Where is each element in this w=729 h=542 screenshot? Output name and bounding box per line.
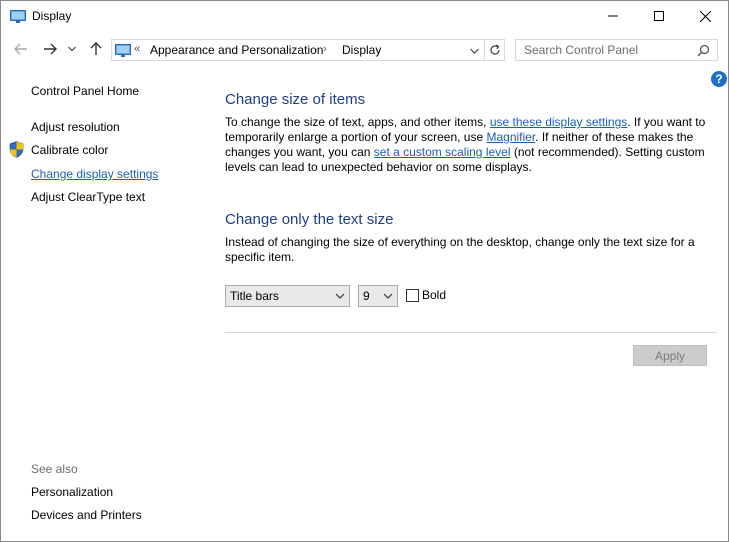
breadcrumb-appearance[interactable]: Appearance and Personalization [150, 43, 323, 57]
maximize-button[interactable] [636, 1, 682, 31]
search-box[interactable]: Search Control Panel [515, 39, 718, 61]
refresh-icon [489, 44, 500, 55]
text-segment: To change the size of text, apps, and ot… [225, 115, 490, 129]
see-also-personalization-link[interactable]: Personalization [31, 485, 113, 499]
display-settings-link[interactable]: use these display settings [490, 115, 627, 129]
up-arrow-icon [90, 42, 102, 55]
minimize-button[interactable] [590, 1, 636, 31]
sidebar-item-change-display-settings[interactable]: Change display settings [31, 167, 158, 181]
up-button[interactable] [86, 40, 106, 58]
item-select-value: Title bars [230, 289, 279, 303]
magnifier-link[interactable]: Magnifier [486, 130, 535, 144]
search-icon[interactable] [697, 44, 710, 57]
refresh-button[interactable] [484, 40, 504, 60]
breadcrumb-separator[interactable]: › [323, 43, 327, 55]
forward-button[interactable] [40, 40, 60, 58]
bold-checkbox-label[interactable]: Bold [422, 288, 446, 302]
sidebar-item-calibrate-color[interactable]: Calibrate color [31, 143, 108, 157]
back-arrow-icon [14, 43, 27, 55]
text-size-description: Instead of changing the size of everythi… [225, 235, 695, 264]
section-title-text-size: Change only the text size [225, 211, 394, 228]
font-size-select-value: 9 [363, 289, 370, 303]
window-title: Display [32, 9, 72, 23]
sidebar-item-adjust-resolution[interactable]: Adjust resolution [31, 120, 120, 134]
change-size-description: To change the size of text, apps, and ot… [225, 115, 715, 175]
help-button[interactable]: ? [711, 71, 727, 87]
breadcrumb-display[interactable]: Display [342, 43, 381, 57]
chevron-down-icon [383, 293, 393, 299]
see-also-devices-printers-link[interactable]: Devices and Printers [31, 508, 142, 522]
maximize-icon [654, 11, 664, 21]
minimize-icon [608, 15, 618, 17]
display-icon [10, 10, 26, 23]
close-icon [699, 10, 711, 22]
recent-locations-button[interactable] [65, 40, 79, 58]
item-select[interactable]: Title bars [225, 285, 350, 307]
search-input[interactable]: Search Control Panel [524, 43, 638, 57]
address-overflow-chevron[interactable]: « [134, 43, 140, 55]
chevron-down-icon [335, 293, 345, 299]
bold-checkbox[interactable] [406, 289, 419, 302]
back-button[interactable] [11, 40, 31, 58]
address-dropdown-button[interactable] [467, 44, 481, 58]
chevron-down-icon [68, 46, 76, 52]
forward-arrow-icon [44, 43, 57, 55]
close-button[interactable] [682, 1, 728, 31]
title-bar: Display [1, 1, 728, 32]
control-panel-icon [115, 44, 131, 57]
address-bar[interactable]: « Appearance and Personalization › Displ… [111, 39, 505, 61]
display-window: Display « Appearance and Personalization… [0, 0, 729, 542]
font-size-select[interactable]: 9 [358, 285, 398, 307]
apply-button[interactable]: Apply [633, 345, 707, 366]
divider [225, 332, 717, 333]
chevron-down-icon [469, 48, 479, 54]
uac-shield-icon [9, 141, 24, 158]
see-also-label: See also [31, 462, 78, 476]
custom-scaling-link[interactable]: set a custom scaling level [374, 145, 511, 159]
section-title-change-size: Change size of items [225, 91, 366, 108]
control-panel-home-link[interactable]: Control Panel Home [31, 84, 139, 98]
sidebar-item-adjust-cleartype[interactable]: Adjust ClearType text [31, 190, 145, 204]
